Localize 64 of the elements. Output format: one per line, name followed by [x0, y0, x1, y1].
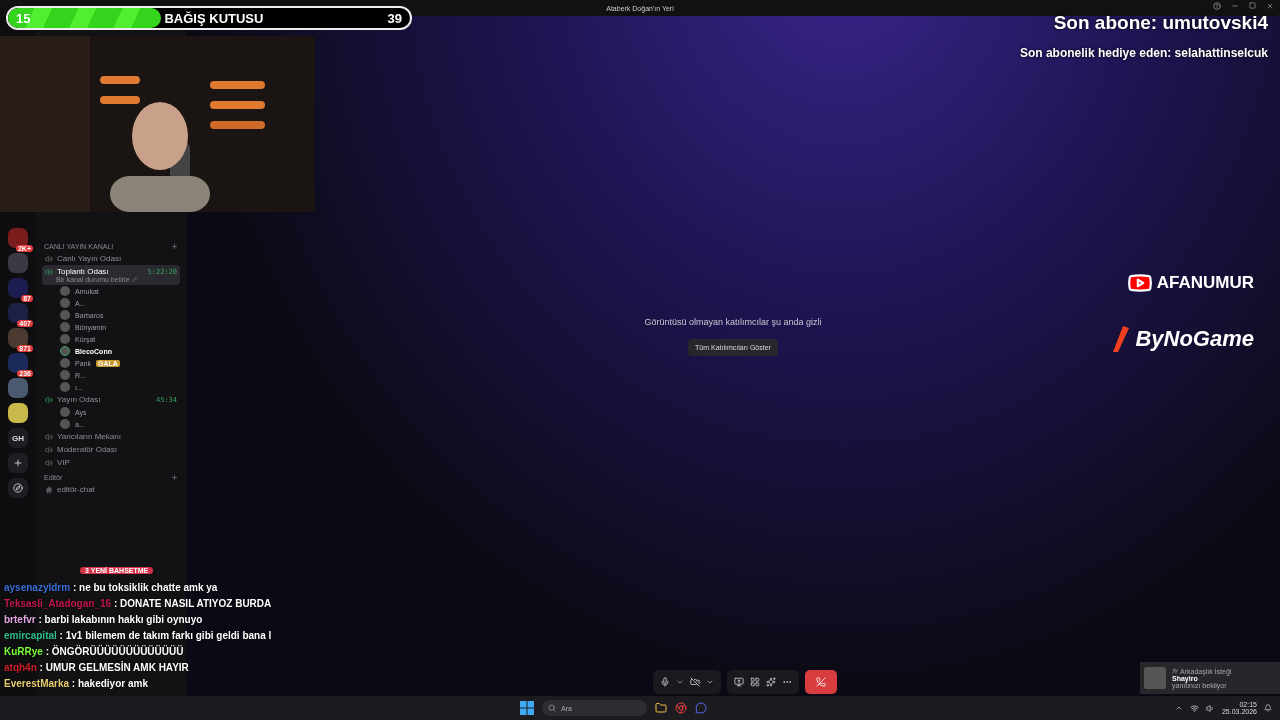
- sponsor-logo: ByNoGame: [1109, 326, 1254, 352]
- chat-message: KuRRye : ÖNGÖRÜÜÜÜÜÜÜÜÜÜÜÜÜ: [4, 646, 185, 657]
- chat-message: Teksasli_Atadogan_16 : DONATE NASIL ATIYOZ BURDA: [4, 598, 272, 609]
- channel-item[interactable]: editör-chat: [42, 483, 180, 496]
- server-icon[interactable]: GH: [8, 428, 28, 448]
- server-icon[interactable]: [8, 278, 28, 298]
- grid-icon[interactable]: [750, 677, 760, 687]
- speaker-icon: [45, 445, 53, 454]
- search-icon: [548, 704, 556, 712]
- stage-message: Görüntüsü olmayan katılımcılar şu anda gizli: [644, 316, 822, 327]
- chat-message: brtefvr : barbi lakabının hakkı gibi oynuyo: [4, 614, 204, 625]
- wifi-icon[interactable]: [1189, 703, 1199, 713]
- pencil-icon: [131, 277, 137, 282]
- camera-off-icon[interactable]: [690, 677, 700, 687]
- compass-icon: [13, 483, 23, 493]
- last-gifter-text: Son abonelik hediye eden: selahattinselcuk: [1019, 46, 1268, 60]
- chat-message: EverestMarka : hakediyor amk: [4, 678, 149, 689]
- hash-icon: [45, 485, 53, 494]
- server-icon[interactable]: [8, 403, 28, 423]
- channel-item[interactable]: Yancıların Mekanı: [42, 430, 180, 443]
- chat-message: atqh4n : UMUR GELMESİN AMK HAYIR: [4, 662, 190, 673]
- microphone-icon[interactable]: [660, 677, 670, 687]
- speaker-icon: [45, 432, 53, 441]
- speaker-icon: [45, 267, 53, 276]
- donation-label: BAĞIŞ KUTUSU: [164, 10, 264, 26]
- maximize-icon[interactable]: [1249, 2, 1256, 9]
- donation-current: 15: [16, 10, 31, 26]
- speaker-icon: [45, 395, 53, 404]
- phone-off-icon: [816, 677, 826, 687]
- user-avatar: [1144, 667, 1166, 689]
- browser-icon[interactable]: [675, 702, 687, 714]
- volume-icon[interactable]: [1205, 703, 1215, 713]
- discover-button[interactable]: [8, 478, 28, 498]
- add-channel-icon[interactable]: [171, 243, 178, 250]
- server-icon[interactable]: [8, 328, 28, 348]
- tray-chevron-icon[interactable]: [1174, 704, 1183, 712]
- notification-icon[interactable]: [1264, 704, 1272, 712]
- chat-app-icon[interactable]: [695, 702, 707, 714]
- server-icon[interactable]: [8, 353, 28, 373]
- last-subscriber-text: Son abone: umutovski4: [1053, 12, 1268, 34]
- add-channel-icon[interactable]: [171, 474, 178, 481]
- plus-icon: [13, 458, 23, 468]
- caret-icon[interactable]: [676, 678, 684, 686]
- add-server-button[interactable]: [8, 453, 28, 473]
- server-icon[interactable]: [8, 228, 28, 248]
- hang-up-button[interactable]: [805, 670, 837, 694]
- help-icon[interactable]: [1213, 2, 1221, 10]
- screen-share-icon[interactable]: [734, 677, 744, 687]
- channel-item[interactable]: VIP: [42, 456, 180, 469]
- channel-item[interactable]: Moderatör Odası: [42, 443, 180, 456]
- folder-icon[interactable]: [655, 702, 667, 714]
- sponsor-logo: AFANUMUR: [1126, 270, 1254, 296]
- server-icon[interactable]: [8, 303, 28, 323]
- chat-message: aysenazyldrm : ne bu toksiklik chatte amk ya: [4, 582, 219, 593]
- donation-goal: 39: [387, 10, 402, 26]
- user-plus-icon: [1172, 668, 1178, 674]
- channel-item[interactable]: Canlı Yayın Odası: [42, 252, 180, 265]
- chat-message: emircapital : 1v1 bilemem de takım farkı gibi geldi bana l: [4, 630, 272, 641]
- windows-start-icon[interactable]: [520, 701, 534, 715]
- sparkles-icon[interactable]: [766, 677, 776, 687]
- speaker-icon: [45, 254, 53, 263]
- close-icon[interactable]: [1266, 2, 1274, 10]
- speaker-icon: [45, 458, 53, 467]
- caret-icon[interactable]: [706, 678, 714, 686]
